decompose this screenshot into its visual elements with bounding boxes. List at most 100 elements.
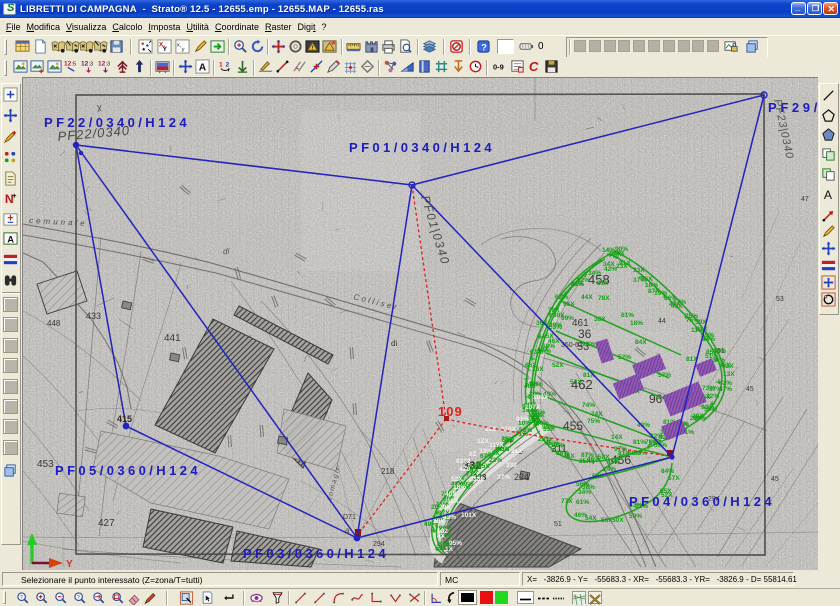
svg-text:57%: 57% xyxy=(658,372,671,379)
svg-text:21X: 21X xyxy=(511,448,523,455)
svg-text:?: ? xyxy=(481,42,487,52)
svg-text::3: :3 xyxy=(106,62,111,68)
svg-text:C: C xyxy=(529,59,539,74)
svg-text:Y: Y xyxy=(66,559,73,570)
svg-text:23X: 23X xyxy=(616,263,628,270)
svg-text:17%: 17% xyxy=(673,299,686,306)
svg-text:4X: 4X xyxy=(437,533,446,540)
svg-text:74%: 74% xyxy=(582,402,595,409)
svg-text:68X: 68X xyxy=(613,250,625,257)
svg-text:37%: 37% xyxy=(497,474,510,481)
svg-text:45: 45 xyxy=(771,476,779,483)
svg-text:23%: 23% xyxy=(489,457,502,464)
svg-text:!: ! xyxy=(311,45,313,51)
svg-text:0-9: 0-9 xyxy=(493,62,504,71)
svg-text:34%: 34% xyxy=(588,270,601,277)
svg-text:25X: 25X xyxy=(579,458,591,465)
svg-text:?: ? xyxy=(77,595,80,601)
svg-text:18%: 18% xyxy=(630,320,643,327)
svg-text:107X: 107X xyxy=(525,404,541,411)
svg-text:2: 2 xyxy=(226,62,230,69)
svg-text:338: 338 xyxy=(506,462,517,469)
svg-text:50X: 50X xyxy=(612,517,624,524)
svg-text:70%: 70% xyxy=(536,420,549,427)
svg-text:77X: 77X xyxy=(561,498,573,505)
svg-text:75%: 75% xyxy=(686,317,699,324)
svg-text:18%: 18% xyxy=(453,484,466,491)
svg-text:44X: 44X xyxy=(581,294,593,301)
svg-text:338: 338 xyxy=(473,476,484,483)
svg-text:47: 47 xyxy=(801,196,809,203)
svg-text:A: A xyxy=(824,188,833,202)
svg-text:74X: 74X xyxy=(591,411,603,418)
svg-text:40X: 40X xyxy=(445,491,457,498)
svg-text:92%: 92% xyxy=(582,341,595,348)
svg-text:441: 441 xyxy=(164,333,181,344)
svg-text::3: :3 xyxy=(89,62,94,68)
svg-text:427: 427 xyxy=(98,518,115,529)
svg-text:57%: 57% xyxy=(709,386,722,393)
svg-text:448: 448 xyxy=(47,319,61,328)
svg-text:57X: 57X xyxy=(668,475,680,482)
svg-text:53: 53 xyxy=(776,296,784,303)
svg-text:0332: 0332 xyxy=(456,458,471,465)
svg-text:415: 415 xyxy=(117,414,132,424)
svg-text:61%: 61% xyxy=(576,499,589,506)
svg-text:12X: 12X xyxy=(451,476,463,483)
svg-text:4Z0: 4Z0 xyxy=(459,466,471,473)
svg-text:1: 1 xyxy=(219,62,223,69)
svg-text:26X: 26X xyxy=(532,366,544,373)
svg-text:29X: 29X xyxy=(439,504,451,511)
svg-text:33X: 33X xyxy=(633,267,645,274)
svg-text:?: ? xyxy=(20,595,23,601)
svg-text:33%: 33% xyxy=(479,448,492,455)
svg-text:51: 51 xyxy=(554,521,562,528)
svg-text:92%: 92% xyxy=(577,277,590,284)
svg-text:224: 224 xyxy=(514,472,529,482)
svg-text:36: 36 xyxy=(578,327,592,341)
svg-text:13X: 13X xyxy=(723,371,735,378)
svg-text:12: 12 xyxy=(98,61,106,68)
svg-text:75%: 75% xyxy=(587,418,600,425)
svg-text:218: 218 xyxy=(381,467,395,476)
svg-text:81X: 81X xyxy=(597,280,609,287)
svg-text:52%: 52% xyxy=(618,354,631,361)
svg-text:38X: 38X xyxy=(594,316,606,323)
svg-text:57X: 57X xyxy=(570,379,582,386)
svg-text:18%: 18% xyxy=(645,282,658,289)
svg-text:di: di xyxy=(391,339,397,348)
svg-text:1X: 1X xyxy=(445,546,454,553)
svg-text:N: N xyxy=(5,192,14,206)
svg-text:93%: 93% xyxy=(516,416,529,423)
svg-text:81X: 81X xyxy=(618,450,630,457)
svg-text:81X: 81X xyxy=(696,326,708,333)
svg-text:14X: 14X xyxy=(611,434,623,441)
svg-text:A: A xyxy=(7,234,14,244)
svg-text:12: 12 xyxy=(64,61,72,68)
svg-text:52X: 52X xyxy=(552,362,564,369)
svg-text:101X: 101X xyxy=(461,512,477,519)
svg-text:87X: 87X xyxy=(648,288,660,295)
svg-text:78X: 78X xyxy=(598,295,610,302)
svg-text:350-62: 350-62 xyxy=(561,342,583,349)
svg-text:23%: 23% xyxy=(538,436,551,443)
svg-text:109X: 109X xyxy=(533,394,549,401)
svg-text:109: 109 xyxy=(438,404,463,419)
svg-text:18X: 18X xyxy=(433,518,445,525)
svg-text::5: :5 xyxy=(72,62,77,68)
svg-text:89%: 89% xyxy=(549,322,562,329)
svg-text:59%: 59% xyxy=(629,513,642,520)
svg-text:58X: 58X xyxy=(601,517,613,524)
svg-text:96X: 96X xyxy=(563,301,575,308)
svg-text:44: 44 xyxy=(658,318,666,325)
svg-text:45X: 45X xyxy=(478,463,490,470)
svg-text:Y: Y xyxy=(163,46,168,53)
svg-text:453: 453 xyxy=(37,459,54,470)
svg-text:di: di xyxy=(223,247,229,256)
svg-text:85%: 85% xyxy=(706,349,719,356)
svg-text:81X: 81X xyxy=(533,412,545,419)
svg-text:69%: 69% xyxy=(561,315,574,322)
svg-text:1ZX: 1ZX xyxy=(477,438,490,445)
svg-text:A: A xyxy=(199,62,207,73)
svg-text:0Z: 0Z xyxy=(469,451,477,458)
